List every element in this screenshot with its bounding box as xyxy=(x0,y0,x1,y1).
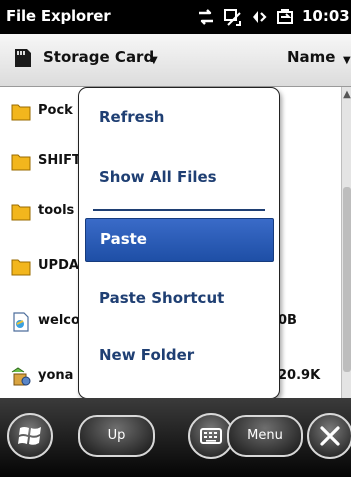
menu-item-paste-shortcut[interactable]: Paste Shortcut xyxy=(85,278,272,320)
sort-dropdown[interactable]: Name xyxy=(287,48,335,66)
file-size: 0B xyxy=(278,313,297,328)
menu-item-label: Show All Files xyxy=(99,168,217,186)
folder-icon xyxy=(10,151,32,177)
file-name: Pock xyxy=(38,103,73,118)
menu-item-label: Paste xyxy=(100,230,147,248)
menu-item-label: Refresh xyxy=(99,108,165,126)
location-bar: Storage Card ▼ Name ▼ xyxy=(0,34,351,87)
file-name: tools xyxy=(38,203,75,218)
signal-icon[interactable] xyxy=(223,7,243,27)
location-dropdown[interactable]: Storage Card xyxy=(43,48,154,66)
status-bar: File Explorer 10:03 xyxy=(0,0,351,34)
context-menu: Refresh Show All Files Paste Paste Short… xyxy=(78,87,280,399)
menu-item-label: New Folder xyxy=(99,346,195,364)
scroll-up-arrow-icon[interactable]: ▲ xyxy=(342,89,351,105)
chevron-down-icon[interactable]: ▼ xyxy=(150,55,158,66)
vertical-scrollbar[interactable]: ▲ ▼ xyxy=(341,87,351,424)
document-icon xyxy=(10,311,32,337)
app-title: File Explorer xyxy=(6,7,111,25)
close-button[interactable] xyxy=(307,413,351,459)
menu-item-paste[interactable]: Paste xyxy=(85,218,274,262)
menu-item-new-folder[interactable]: New Folder xyxy=(85,335,272,377)
storage-card-icon xyxy=(12,47,34,73)
folder-icon xyxy=(10,256,32,282)
bottom-toolbar: Up Menu xyxy=(0,398,351,477)
file-size: 20.9K xyxy=(278,368,321,383)
menu-item-label: Paste Shortcut xyxy=(99,289,225,307)
file-name: SHIFT xyxy=(38,153,81,168)
file-name: UPDA xyxy=(38,258,79,273)
file-name: yona xyxy=(38,368,74,383)
folder-icon xyxy=(10,101,32,127)
chevron-down-icon[interactable]: ▼ xyxy=(343,55,351,66)
battery-charging-icon[interactable] xyxy=(275,7,295,27)
connectivity-icon[interactable] xyxy=(196,7,216,27)
file-name: welco xyxy=(38,313,80,328)
menu-button[interactable]: Menu xyxy=(227,415,303,457)
scroll-thumb[interactable] xyxy=(343,187,351,372)
clock[interactable]: 10:03 xyxy=(302,7,350,25)
up-button[interactable]: Up xyxy=(78,415,155,457)
menu-item-show-all-files[interactable]: Show All Files xyxy=(85,157,272,199)
status-icons[interactable] xyxy=(196,5,295,29)
setup-file-icon xyxy=(10,366,32,392)
start-button[interactable] xyxy=(7,413,53,459)
menu-separator xyxy=(93,209,265,211)
volume-icon[interactable] xyxy=(250,7,268,27)
folder-icon xyxy=(10,201,32,227)
menu-item-refresh[interactable]: Refresh xyxy=(85,97,272,139)
